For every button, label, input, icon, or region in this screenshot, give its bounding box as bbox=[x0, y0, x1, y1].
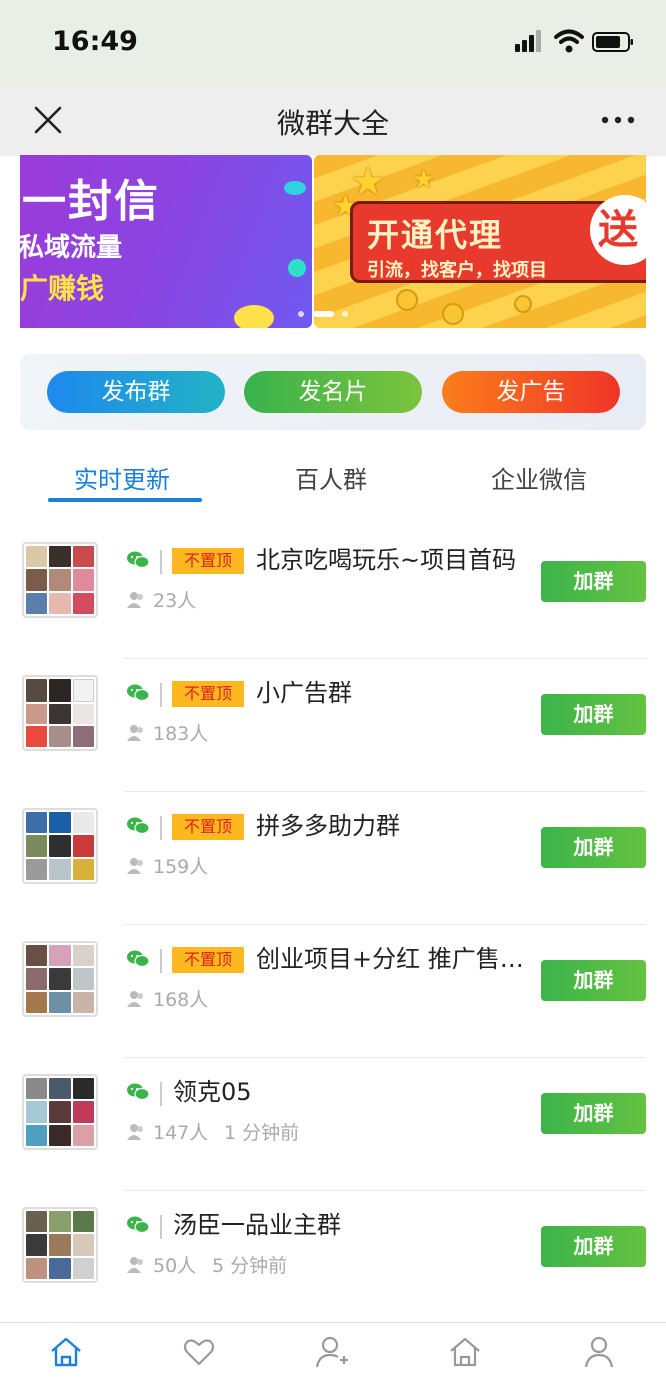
home-icon bbox=[51, 1337, 81, 1367]
members-icon bbox=[127, 991, 143, 1007]
active-tab-indicator bbox=[48, 498, 202, 502]
group-name: 汤臣一品业主群 bbox=[173, 1211, 341, 1239]
agent-promo-subtitle: 引流，找客户，找项目 bbox=[367, 260, 547, 281]
list-item[interactable]: 不置顶 小广告群 183人 加群 bbox=[0, 659, 666, 792]
join-group-button[interactable]: 加群 bbox=[541, 827, 646, 868]
group-avatar bbox=[22, 941, 98, 1017]
tab-hundred-groups[interactable]: 百人群 bbox=[295, 460, 367, 495]
publish-card-button[interactable]: 发名片 bbox=[244, 371, 422, 413]
decor-dot bbox=[284, 181, 306, 195]
banner-slide1-line2: 私域流量 bbox=[20, 233, 123, 263]
group-avatar bbox=[22, 1207, 98, 1283]
carousel-indicator bbox=[298, 303, 356, 322]
tab-home[interactable] bbox=[47, 1333, 85, 1371]
action-bar: 发布群 发名片 发广告 bbox=[20, 354, 646, 430]
members-icon bbox=[127, 592, 143, 608]
wechat-icon bbox=[127, 950, 150, 968]
add-user-icon bbox=[315, 1336, 348, 1368]
signal-icon bbox=[515, 30, 547, 52]
tab-realtime[interactable]: 实时更新 bbox=[74, 460, 170, 495]
wechat-icon bbox=[127, 1216, 150, 1234]
list-item[interactable]: 领克05 147人 1 分钟前 加群 bbox=[0, 1058, 666, 1191]
agent-promo-title: 开通代理 bbox=[367, 216, 504, 254]
group-name: 北京吃喝玩乐~项目首码 bbox=[256, 546, 517, 574]
join-group-button[interactable]: 加群 bbox=[541, 1226, 646, 1267]
update-time: 5 分钟前 bbox=[212, 1255, 288, 1277]
update-time: 1 分钟前 bbox=[224, 1122, 300, 1144]
banner-slide1-line3: 推广赚钱 bbox=[20, 272, 105, 305]
bottom-tab-bar bbox=[0, 1322, 666, 1378]
battery-icon bbox=[592, 32, 633, 52]
member-count: 50人 bbox=[153, 1255, 197, 1277]
coin-icon bbox=[442, 303, 464, 325]
top-badge: 不置顶 bbox=[172, 947, 244, 973]
list-item[interactable]: 不置顶 拼多多助力群 159人 加群 bbox=[0, 792, 666, 925]
members-icon bbox=[127, 1124, 143, 1140]
members-icon bbox=[127, 725, 143, 741]
coin-icon bbox=[514, 295, 532, 313]
navigation-bar: 微群大全 bbox=[0, 86, 666, 156]
member-count: 23人 bbox=[153, 590, 197, 612]
top-badge: 不置顶 bbox=[172, 548, 244, 574]
wifi-icon bbox=[554, 29, 584, 53]
banner-carousel[interactable]: 发一封信 私域流量 推广赚钱 ★ ★ ★ 开通代理 引流，找客户，找项目 送 bbox=[20, 155, 646, 328]
category-tabs: 实时更新 百人群 企业微信 bbox=[0, 446, 666, 506]
wechat-icon bbox=[127, 551, 150, 569]
member-count: 168人 bbox=[153, 989, 209, 1011]
banner-slide-letter[interactable]: 发一封信 私域流量 推广赚钱 bbox=[20, 155, 312, 328]
banner-slide1-title: 发一封信 bbox=[20, 176, 160, 227]
join-group-button[interactable]: 加群 bbox=[541, 1093, 646, 1134]
group-name: 小广告群 bbox=[256, 679, 352, 707]
top-badge: 不置顶 bbox=[172, 681, 244, 707]
group-name: 领克05 bbox=[173, 1078, 252, 1106]
tab-add-friend[interactable] bbox=[313, 1333, 351, 1371]
member-count: 183人 bbox=[153, 723, 209, 745]
wechat-icon bbox=[127, 684, 150, 702]
publish-ad-button[interactable]: 发广告 bbox=[442, 371, 620, 413]
tab-favorites[interactable] bbox=[180, 1333, 218, 1371]
wechat-icon bbox=[127, 817, 150, 835]
group-avatar bbox=[22, 808, 98, 884]
join-group-button[interactable]: 加群 bbox=[541, 694, 646, 735]
wechat-icon bbox=[127, 1083, 150, 1101]
separator bbox=[160, 1215, 162, 1239]
tab-enterprise-wechat[interactable]: 企业微信 bbox=[491, 460, 587, 495]
heart-icon bbox=[183, 1339, 215, 1366]
separator bbox=[160, 816, 162, 840]
tab-profile[interactable] bbox=[580, 1333, 618, 1371]
top-badge: 不置顶 bbox=[172, 814, 244, 840]
group-avatar bbox=[22, 1074, 98, 1150]
decor-dot bbox=[234, 305, 274, 328]
profile-icon bbox=[584, 1336, 614, 1368]
publish-group-button[interactable]: 发布群 bbox=[47, 371, 225, 413]
join-group-button[interactable]: 加群 bbox=[541, 960, 646, 1001]
group-avatar bbox=[22, 542, 98, 618]
separator bbox=[160, 550, 162, 574]
tab-store[interactable] bbox=[446, 1333, 484, 1371]
separator bbox=[160, 1082, 162, 1106]
member-count: 147人 bbox=[153, 1122, 209, 1144]
list-item[interactable]: 汤臣一品业主群 50人 5 分钟前 加群 bbox=[0, 1191, 666, 1324]
group-name: 拼多多助力群 bbox=[256, 812, 400, 840]
more-icon[interactable] bbox=[600, 110, 636, 130]
separator bbox=[160, 949, 162, 973]
list-item[interactable]: 不置顶 北京吃喝玩乐~项目首码 23人 加群 bbox=[0, 526, 666, 659]
group-avatar bbox=[22, 675, 98, 751]
members-icon bbox=[127, 858, 143, 874]
members-icon bbox=[127, 1257, 143, 1273]
store-icon bbox=[450, 1337, 480, 1367]
join-group-button[interactable]: 加群 bbox=[541, 561, 646, 602]
decor-dot bbox=[288, 259, 306, 277]
status-bar: 16:49 bbox=[0, 0, 666, 86]
banner-slide-agent[interactable]: ★ ★ ★ 开通代理 引流，找客户，找项目 送 bbox=[314, 155, 646, 328]
list-item[interactable]: 不置顶 创业项目+分红 推广售… 168人 加群 bbox=[0, 925, 666, 1058]
status-time: 16:49 bbox=[52, 26, 138, 57]
separator bbox=[160, 683, 162, 707]
group-name: 创业项目+分红 推广售… bbox=[256, 945, 524, 973]
page-title: 微群大全 bbox=[276, 107, 389, 140]
star-icon: ★ bbox=[412, 165, 436, 195]
member-count: 159人 bbox=[153, 856, 209, 878]
coin-icon bbox=[396, 289, 418, 311]
